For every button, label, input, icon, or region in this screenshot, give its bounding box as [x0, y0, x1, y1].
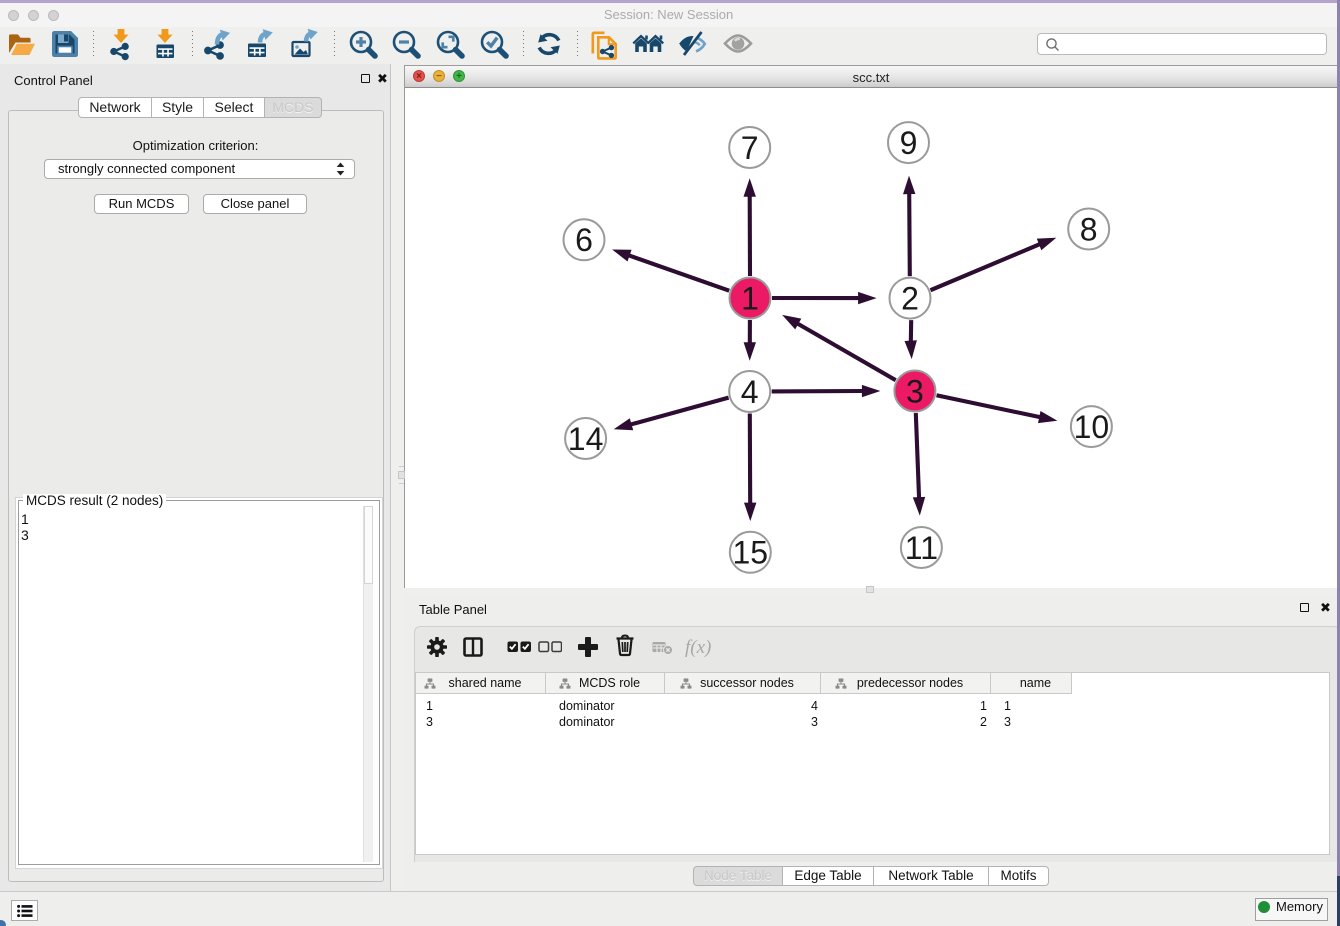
svg-text:7: 7	[741, 130, 759, 166]
svg-text:15: 15	[733, 535, 769, 571]
svg-text:f(x): f(x)	[685, 637, 711, 658]
svg-text:6: 6	[575, 222, 593, 258]
svg-text:2: 2	[901, 280, 919, 316]
svg-text:10: 10	[1074, 409, 1110, 445]
svg-text:14: 14	[568, 421, 604, 457]
svg-text:9: 9	[900, 125, 918, 161]
svg-text:3: 3	[906, 373, 924, 409]
svg-text:11: 11	[905, 530, 938, 566]
svg-text:1: 1	[741, 280, 759, 316]
svg-text:8: 8	[1080, 211, 1098, 247]
svg-text:4: 4	[741, 374, 759, 410]
